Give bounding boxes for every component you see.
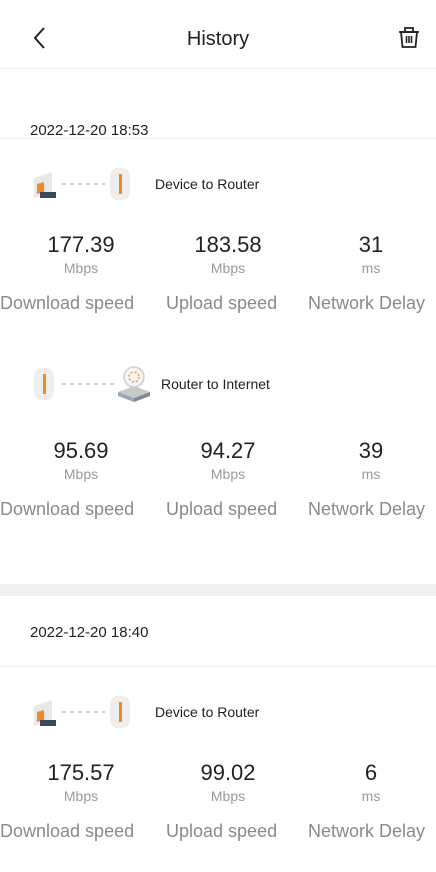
delay-label: Network Delay (308, 821, 426, 841)
record-date: 2022-12-20 18:53 (30, 122, 149, 139)
device-to-router-icon (34, 168, 130, 200)
section-separator (0, 584, 436, 596)
upload-label: Upload speed (166, 293, 278, 313)
device-to-router-icon (34, 696, 130, 728)
divider (0, 138, 436, 139)
record-date: 2022-12-20 18:40 (30, 624, 149, 641)
download-label: Download speed (0, 499, 135, 519)
test-device-to-router: Device to Router (0, 692, 436, 732)
download-metric: 177.39 Mbps (6, 232, 156, 278)
delay-value: 31 (358, 232, 384, 257)
delay-unit: ms (361, 260, 381, 276)
test-label: Device to Router (155, 176, 260, 192)
download-value: 95.69 (53, 438, 109, 463)
upload-value: 94.27 (200, 438, 256, 463)
delay-value: 6 (364, 760, 378, 785)
download-label: Download speed (0, 821, 135, 841)
upload-label: Upload speed (166, 821, 278, 841)
test-label: Router to Internet (161, 376, 270, 392)
upload-metric: 183.58 Mbps (153, 232, 303, 278)
test-router-to-internet: Router to Internet (0, 364, 436, 404)
upload-metric: 99.02 Mbps (153, 760, 303, 806)
header-bar: History (0, 0, 436, 69)
upload-unit: Mbps (210, 466, 246, 482)
upload-label: Upload speed (166, 499, 278, 519)
divider (0, 666, 436, 667)
delay-metric: 39 ms (296, 438, 436, 484)
download-metric: 95.69 Mbps (6, 438, 156, 484)
upload-value: 99.02 (200, 760, 256, 785)
download-unit: Mbps (63, 260, 99, 276)
delay-metric: 31 ms (296, 232, 436, 278)
upload-unit: Mbps (210, 260, 246, 276)
upload-unit: Mbps (210, 788, 246, 804)
download-value: 175.57 (47, 760, 115, 785)
download-label: Download speed (0, 293, 135, 313)
trash-icon[interactable] (396, 24, 422, 50)
download-unit: Mbps (63, 466, 99, 482)
delay-metric: 6 ms (296, 760, 436, 806)
download-value: 177.39 (47, 232, 115, 257)
history-page: History 2022-12-20 18:53 Device to Route… (0, 0, 436, 872)
router-to-internet-icon (34, 366, 150, 402)
delay-value: 39 (358, 438, 384, 463)
delay-unit: ms (361, 788, 381, 804)
download-metric: 175.57 Mbps (6, 760, 156, 806)
upload-value: 183.58 (194, 232, 262, 257)
upload-metric: 94.27 Mbps (153, 438, 303, 484)
delay-label: Network Delay (308, 499, 426, 519)
page-title: History (186, 28, 250, 50)
delay-unit: ms (361, 466, 381, 482)
test-device-to-router: Device to Router (0, 164, 436, 204)
delay-label: Network Delay (308, 293, 426, 313)
test-label: Device to Router (155, 704, 260, 720)
download-unit: Mbps (63, 788, 99, 804)
